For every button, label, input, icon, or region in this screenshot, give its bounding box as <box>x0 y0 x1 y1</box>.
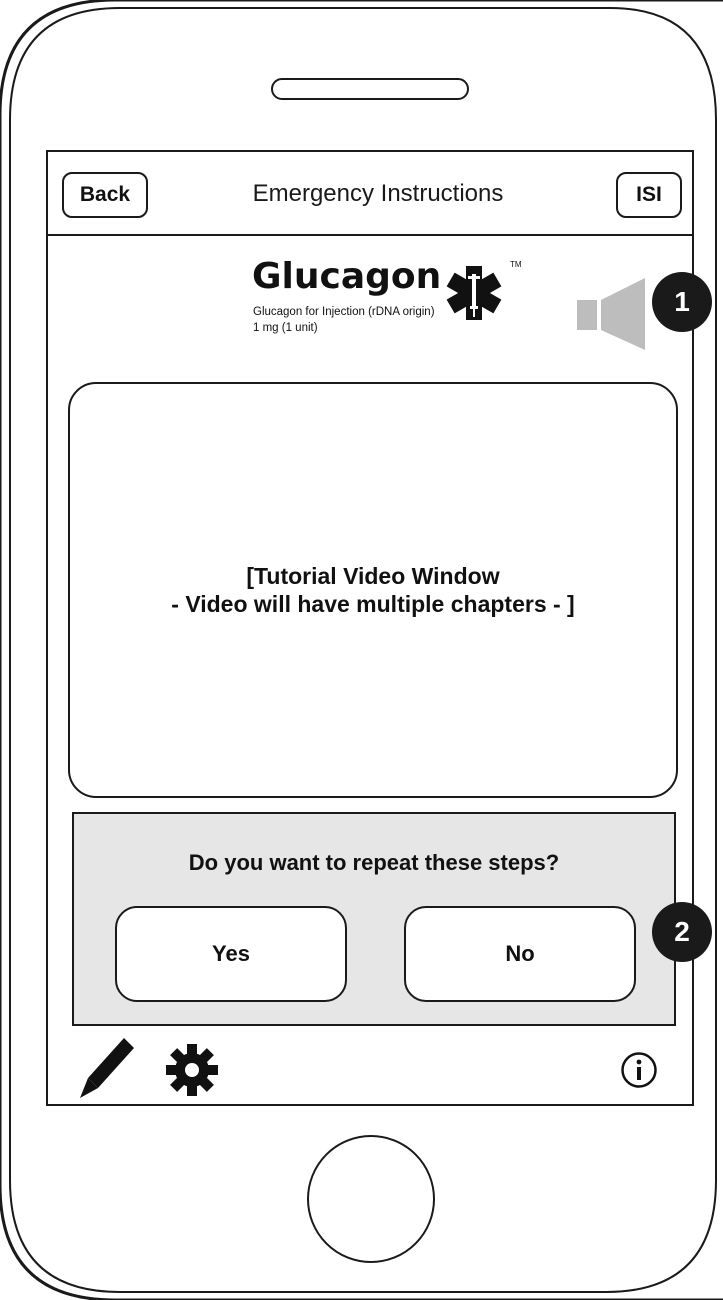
yes-button[interactable]: Yes <box>115 906 347 1002</box>
glucagon-logo: Glucagon TM Glucagon for Injection (rDNA… <box>252 256 532 356</box>
trademark-symbol: TM <box>510 260 522 269</box>
callout-badge-2: 2 <box>652 902 712 962</box>
top-navbar: Back Emergency Instructions ISI <box>48 152 692 236</box>
logo-subtitle: Glucagon for Injection (rDNA origin) <box>253 306 435 318</box>
pen-icon[interactable] <box>78 1036 136 1100</box>
speaker-icon[interactable] <box>577 278 647 350</box>
page-title: Emergency Instructions <box>252 180 504 207</box>
isi-button[interactable]: ISI <box>616 172 682 218</box>
no-button[interactable]: No <box>404 906 636 1002</box>
gear-icon[interactable] <box>165 1043 219 1097</box>
video-placeholder-line1: [Tutorial Video Window <box>246 563 500 589</box>
home-button[interactable] <box>307 1135 435 1263</box>
repeat-steps-panel: Do you want to repeat these steps? Yes N… <box>72 812 676 1026</box>
phone-screen: Back Emergency Instructions ISI Glucagon <box>46 150 694 1106</box>
info-icon[interactable] <box>620 1051 658 1089</box>
logo-wordmark: Glucagon <box>252 256 442 297</box>
star-of-life-syringe-icon <box>446 266 502 320</box>
phone-mockup: Back Emergency Instructions ISI Glucagon <box>0 0 723 1300</box>
video-placeholder-line2: - Video will have multiple chapters - ] <box>171 591 575 617</box>
repeat-question: Do you want to repeat these steps? <box>188 850 560 875</box>
callout-badge-1: 1 <box>652 272 712 332</box>
tutorial-video-window[interactable]: [Tutorial Video Window - Video will have… <box>68 382 678 798</box>
logo-dosage: 1 mg (1 unit) <box>253 322 318 334</box>
earpiece-speaker <box>271 78 469 100</box>
back-button[interactable]: Back <box>62 172 148 218</box>
